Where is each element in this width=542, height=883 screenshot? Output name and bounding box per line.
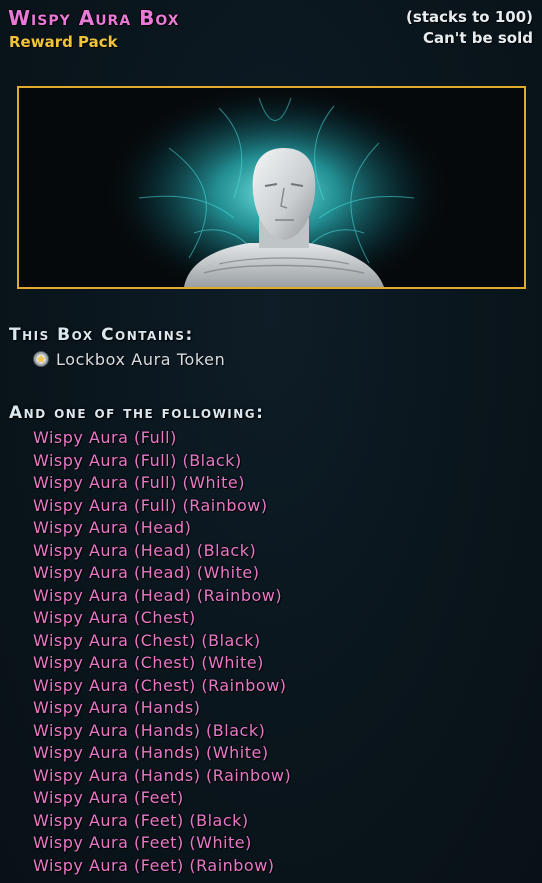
item-tooltip: Wispy Aura Box Reward Pack (stacks to 10… [0, 0, 542, 883]
reward-choice-item: Wispy Aura (Head) (White) [33, 563, 260, 582]
contents-item: Lockbox Aura Token [33, 349, 225, 369]
item-title: Wispy Aura Box [8, 6, 180, 30]
contents-heading: This Box Contains: [9, 325, 194, 345]
reward-choice-item: Wispy Aura (Hands) (White) [33, 743, 269, 762]
reward-choice-item: Wispy Aura (Head) [33, 518, 192, 537]
sell-status-text: Can't be sold [422, 29, 533, 47]
reward-choice-item: Wispy Aura (Full) (White) [33, 473, 245, 492]
item-type-label: Reward Pack [9, 33, 118, 51]
item-preview-image [17, 86, 526, 289]
reward-choice-item: Wispy Aura (Hands) [33, 698, 201, 717]
avatar-with-cyan-aura-image [19, 88, 524, 287]
reward-choice-item: Wispy Aura (Hands) (Rainbow) [33, 765, 292, 785]
reward-choice-item: Wispy Aura (Feet) (Rainbow) [33, 855, 275, 875]
contents-item-label: Lockbox Aura Token [56, 349, 226, 369]
reward-choice-item: Wispy Aura (Feet) (Black) [33, 810, 249, 830]
reward-choice-item: Wispy Aura (Feet) (White) [33, 833, 252, 852]
stack-limit-text: (stacks to 100) [406, 8, 533, 26]
reward-choice-item: Wispy Aura (Head) (Rainbow) [33, 585, 283, 605]
reward-choice-item: Wispy Aura (Feet) [33, 788, 184, 807]
reward-choice-item: Wispy Aura (Chest) (Black) [33, 630, 261, 650]
reward-choice-item: Wispy Aura (Chest) (Rainbow) [33, 675, 287, 695]
aura-token-icon [33, 351, 49, 367]
reward-choice-item: Wispy Aura (Hands) (Black) [33, 720, 266, 740]
reward-choice-item: Wispy Aura (Full) (Black) [33, 450, 242, 470]
reward-choice-item: Wispy Aura (Chest) [33, 608, 196, 627]
reward-choice-item: Wispy Aura (Full) (Rainbow) [33, 495, 268, 515]
reward-choice-item: Wispy Aura (Chest) (White) [33, 653, 264, 672]
reward-choice-list: Wispy Aura (Full) Wispy Aura (Full) (Bla… [33, 427, 291, 877]
item-meta: (stacks to 100) Can't be sold [406, 7, 533, 49]
choices-heading: And one of the following: [9, 403, 265, 423]
reward-choice-item: Wispy Aura (Head) (Black) [33, 540, 257, 560]
reward-choice-item: Wispy Aura (Full) [33, 428, 177, 447]
